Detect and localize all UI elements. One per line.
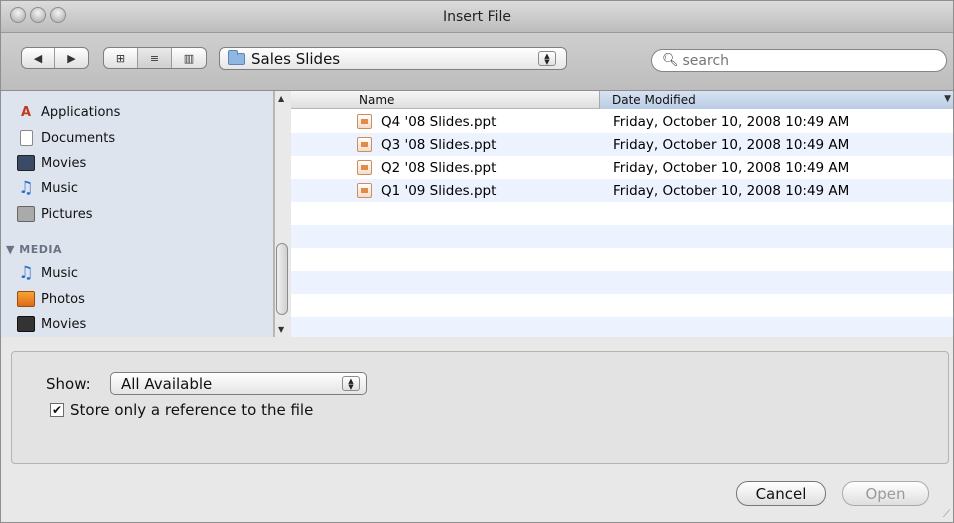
toolbar: ◀ ▶ ⊞ ≡ ▥ Sales Slides ▲ ▼ 🔍︎ [1, 33, 953, 91]
sidebar-item-label: Documents [41, 130, 116, 146]
powerpoint-file-icon [357, 114, 372, 129]
file-row[interactable]: Q3 '08 Slides.ppt Friday, October 10, 20… [291, 133, 953, 156]
column-header-label: Date Modified [612, 93, 696, 107]
sidebar-item-applications[interactable]: A Applications [17, 101, 120, 123]
back-forward-control: ◀ ▶ [21, 47, 89, 69]
sidebar-header-media[interactable]: ▼ MEDIA [6, 243, 62, 256]
icon-view-button[interactable]: ⊞ [104, 48, 138, 68]
sidebar-item-label: Applications [41, 104, 121, 120]
sidebar-item-label: Movies [41, 316, 87, 332]
empty-row [291, 294, 953, 317]
documents-icon [20, 130, 33, 146]
view-mode-control: ⊞ ≡ ▥ [103, 47, 207, 69]
folder-icon [228, 49, 245, 65]
popup-arrows-icon: ▲ ▼ [342, 376, 360, 391]
empty-row [291, 317, 953, 337]
sidebar-item-label: Pictures [41, 206, 93, 222]
sidebar-item-media-music[interactable]: ♫ Music [17, 262, 78, 284]
powerpoint-file-icon [357, 183, 372, 198]
back-button[interactable]: ◀ [22, 48, 56, 68]
file-name: Q2 '08 Slides.ppt [381, 159, 497, 176]
sidebar-item-documents[interactable]: Documents [17, 127, 115, 149]
file-date: Friday, October 10, 2008 10:49 AM [613, 113, 850, 130]
magnifier-icon: 🔍︎ [662, 53, 679, 68]
file-name: Q3 '08 Slides.ppt [381, 136, 497, 153]
sort-descending-icon: ▼ [944, 94, 951, 104]
column-header-date-modified[interactable]: Date Modified ▼ [599, 91, 953, 109]
title-bar: Insert File [1, 1, 953, 33]
empty-row [291, 202, 953, 225]
applications-icon: A [20, 104, 32, 120]
resize-grip-icon[interactable]: ⟋ [943, 509, 950, 520]
empty-row [291, 271, 953, 294]
file-name: Q4 '08 Slides.ppt [381, 113, 497, 130]
sidebar-item-label: Movies [41, 155, 87, 171]
file-date: Friday, October 10, 2008 10:49 AM [613, 182, 850, 199]
pictures-icon [17, 206, 35, 222]
location-label: Sales Slides [251, 49, 341, 68]
sidebar-item-music[interactable]: ♫ Music [17, 177, 78, 199]
file-row[interactable]: Q2 '08 Slides.ppt Friday, October 10, 20… [291, 156, 953, 179]
iphoto-icon [17, 291, 35, 307]
options-panel: Show: All Available ▲ ▼ ✔ Store only a re… [11, 351, 949, 464]
cancel-button[interactable]: Cancel [736, 481, 826, 506]
window-title: Insert File [442, 9, 512, 25]
sidebar-scrollbar[interactable]: ▲ ▼ [274, 91, 290, 337]
scroll-up-icon[interactable]: ▲ [278, 94, 284, 103]
show-label: Show: [46, 375, 91, 393]
icon-view-icon: ⊞ [115, 51, 126, 65]
column-header-name[interactable]: Name [359, 93, 394, 107]
scroll-down-icon[interactable]: ▼ [278, 325, 284, 334]
show-value: All Available [121, 374, 213, 393]
open-button[interactable]: Open [842, 481, 929, 506]
popup-arrows-icon: ▲ ▼ [538, 51, 556, 66]
search-input[interactable] [682, 52, 923, 69]
music-icon: ♫ [18, 178, 34, 198]
file-date: Friday, October 10, 2008 10:49 AM [613, 136, 850, 153]
forward-arrow-icon: ▶ [67, 51, 76, 65]
show-popup[interactable]: All Available ▲ ▼ [110, 372, 367, 395]
itunes-music-icon: ♫ [18, 263, 34, 283]
empty-row [291, 248, 953, 271]
column-view-button[interactable]: ▥ [172, 48, 206, 68]
sidebar-item-media-photos[interactable]: Photos [17, 288, 85, 310]
sidebar-item-label: Music [41, 265, 78, 281]
file-list: Name Date Modified ▼ Q4 '08 Slides.ppt F… [291, 91, 953, 337]
file-list-header: Name Date Modified ▼ [291, 91, 953, 109]
file-date: Friday, October 10, 2008 10:49 AM [613, 159, 850, 176]
sidebar-item-label: Music [41, 180, 78, 196]
sidebar-item-pictures[interactable]: Pictures [17, 203, 92, 225]
sidebar-item-movies[interactable]: Movies [17, 152, 86, 174]
sidebar-item-label: Photos [41, 291, 85, 307]
file-row[interactable]: Q4 '08 Slides.ppt Friday, October 10, 20… [291, 110, 953, 133]
clapper-icon [17, 316, 35, 332]
sidebar: A Applications Documents Movies ♫ Music … [1, 91, 274, 337]
reference-label: Store only a reference to the file [70, 401, 314, 419]
powerpoint-file-icon [357, 160, 372, 175]
search-field[interactable]: 🔍︎ [651, 49, 947, 72]
forward-button[interactable]: ▶ [55, 48, 88, 68]
reference-option[interactable]: ✔ Store only a reference to the file [50, 401, 313, 419]
reference-checkbox[interactable]: ✔ [50, 403, 64, 417]
location-popup[interactable]: Sales Slides ▲ ▼ [219, 47, 567, 70]
list-view-icon: ≡ [149, 51, 160, 65]
scrollbar-thumb[interactable] [276, 243, 288, 315]
movies-icon [17, 155, 35, 171]
empty-row [291, 225, 953, 248]
file-row[interactable]: Q1 '09 Slides.ppt Friday, October 10, 20… [291, 179, 953, 202]
sidebar-item-media-movies[interactable]: Movies [17, 313, 86, 335]
column-view-icon: ▥ [183, 51, 195, 65]
list-view-button[interactable]: ≡ [138, 48, 172, 68]
back-arrow-icon: ◀ [33, 51, 43, 65]
file-name: Q1 '09 Slides.ppt [381, 182, 497, 199]
insert-file-dialog: Insert File ◀ ▶ ⊞ ≡ ▥ Sales Slides ▲ ▼ 🔍︎… [0, 0, 954, 523]
powerpoint-file-icon [357, 137, 372, 152]
